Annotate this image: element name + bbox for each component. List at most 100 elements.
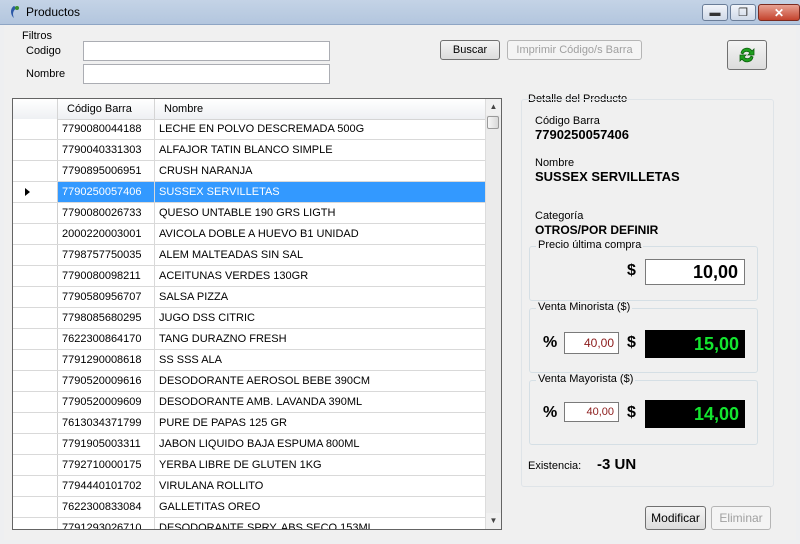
scroll-up-icon[interactable]: ▲ — [486, 99, 501, 115]
cell-nombre[interactable]: LECHE EN POLVO DESCREMADA 500G — [155, 119, 486, 139]
cell-nombre[interactable]: PURE DE PAPAS 125 GR — [155, 413, 486, 433]
table-row[interactable]: 7622300833084 GALLETITAS OREO — [13, 497, 486, 518]
column-header-codigo[interactable]: Código Barra — [58, 99, 155, 119]
cell-nombre[interactable]: TANG DURAZNO FRESH — [155, 329, 486, 349]
table-row[interactable]: 7790520009616 DESODORANTE AEROSOL BEBE 39… — [13, 371, 486, 392]
cell-codigo[interactable]: 7792710000175 — [58, 455, 155, 475]
cell-nombre[interactable]: GALLETITAS OREO — [155, 497, 486, 517]
mayorista-percent-field[interactable]: 40,00 — [564, 402, 619, 422]
refresh-button[interactable] — [727, 40, 767, 70]
cell-nombre[interactable]: DESODORANTE AEROSOL BEBE 390CM — [155, 371, 486, 391]
table-row[interactable]: 7792710000175 YERBA LIBRE DE GLUTEN 1KG — [13, 455, 486, 476]
table-row[interactable]: 7790250057406 SUSSEX SERVILLETAS — [13, 182, 486, 203]
cell-codigo[interactable]: 7790895006951 — [58, 161, 155, 181]
cell-codigo[interactable]: 7790580956707 — [58, 287, 155, 307]
grid-scrollbar[interactable]: ▲ ▼ — [485, 99, 501, 529]
modify-button[interactable]: Modificar — [645, 506, 706, 530]
cell-nombre[interactable]: SUSSEX SERVILLETAS — [155, 182, 486, 202]
cell-nombre[interactable]: YERBA LIBRE DE GLUTEN 1KG — [155, 455, 486, 475]
cell-nombre[interactable]: VIRULANA ROLLITO — [155, 476, 486, 496]
table-row[interactable]: 7790080044188 LECHE EN POLVO DESCREMADA 5… — [13, 119, 486, 140]
search-button[interactable]: Buscar — [440, 40, 500, 60]
cell-nombre[interactable]: AVICOLA DOBLE A HUEVO B1 UNIDAD — [155, 224, 486, 244]
column-header-nombre[interactable]: Nombre — [155, 99, 486, 119]
minorista-price-field[interactable]: 15,00 — [645, 330, 745, 358]
table-row[interactable]: 7798085680295 JUGO DSS CITRIC — [13, 308, 486, 329]
cell-codigo[interactable]: 7791290008618 — [58, 350, 155, 370]
scroll-down-icon[interactable]: ▼ — [486, 513, 501, 529]
cell-codigo[interactable]: 7798757750035 — [58, 245, 155, 265]
table-row[interactable]: 7790895006951 CRUSH NARANJA — [13, 161, 486, 182]
cell-codigo[interactable]: 2000220003001 — [58, 224, 155, 244]
cell-codigo[interactable]: 7790250057406 — [58, 182, 155, 202]
row-selector[interactable] — [13, 224, 58, 244]
table-row[interactable]: 7622300864170 TANG DURAZNO FRESH — [13, 329, 486, 350]
row-selector[interactable] — [13, 476, 58, 496]
table-row[interactable]: 7613034371799 PURE DE PAPAS 125 GR — [13, 413, 486, 434]
precio-compra-field[interactable]: 10,00 — [645, 259, 745, 285]
products-grid[interactable]: Código Barra Nombre 7790080044188 LECHE E… — [12, 98, 502, 530]
cell-codigo[interactable]: 7790520009616 — [58, 371, 155, 391]
table-row[interactable]: 7794440101702 VIRULANA ROLLITO — [13, 476, 486, 497]
cell-codigo[interactable]: 7790040331303 — [58, 140, 155, 160]
minorista-percent-field[interactable]: 40,00 — [564, 332, 619, 354]
row-selector[interactable] — [13, 434, 58, 454]
delete-button[interactable]: Eliminar — [711, 506, 771, 530]
row-selector[interactable] — [13, 119, 58, 139]
table-row[interactable]: 7791905003311 JABON LIQUIDO BAJA ESPUMA 8… — [13, 434, 486, 455]
row-selector[interactable] — [13, 161, 58, 181]
cell-nombre[interactable]: QUESO UNTABLE 190 GRS LIGTH — [155, 203, 486, 223]
cell-codigo[interactable]: 7790520009609 — [58, 392, 155, 412]
row-selector[interactable] — [13, 182, 58, 202]
row-selector[interactable] — [13, 203, 58, 223]
cell-codigo[interactable]: 7790080026733 — [58, 203, 155, 223]
row-selector[interactable] — [13, 518, 58, 529]
minimize-button[interactable]: ▬ — [702, 4, 728, 21]
cell-nombre[interactable]: JUGO DSS CITRIC — [155, 308, 486, 328]
row-selector[interactable] — [13, 455, 58, 475]
cell-codigo[interactable]: 7790080044188 — [58, 119, 155, 139]
row-selector[interactable] — [13, 266, 58, 286]
row-selector[interactable] — [13, 371, 58, 391]
close-button[interactable]: ✕ — [758, 4, 800, 21]
cell-codigo[interactable]: 7791905003311 — [58, 434, 155, 454]
print-barcode-button[interactable]: Imprimir Código/s Barra — [507, 40, 642, 60]
cell-nombre[interactable]: SALSA PIZZA — [155, 287, 486, 307]
mayorista-price-field[interactable]: 14,00 — [645, 400, 745, 428]
row-selector[interactable] — [13, 140, 58, 160]
table-row[interactable]: 2000220003001 AVICOLA DOBLE A HUEVO B1 UN… — [13, 224, 486, 245]
table-row[interactable]: 7790080026733 QUESO UNTABLE 190 GRS LIGTH — [13, 203, 486, 224]
cell-codigo[interactable]: 7794440101702 — [58, 476, 155, 496]
cell-codigo[interactable]: 7791293026710 — [58, 518, 155, 529]
row-selector[interactable] — [13, 245, 58, 265]
cell-nombre[interactable]: DESODORANTE SPRY. ABS SECO 153ML — [155, 518, 486, 529]
table-row[interactable]: 7790080098211 ACEITUNAS VERDES 130GR — [13, 266, 486, 287]
row-selector[interactable] — [13, 350, 58, 370]
row-selector[interactable] — [13, 287, 58, 307]
row-selector[interactable] — [13, 329, 58, 349]
cell-nombre[interactable]: SS SSS ALA — [155, 350, 486, 370]
cell-nombre[interactable]: ALFAJOR TATIN BLANCO SIMPLE — [155, 140, 486, 160]
cell-nombre[interactable]: JABON LIQUIDO BAJA ESPUMA 800ML — [155, 434, 486, 454]
cell-nombre[interactable]: ALEM MALTEADAS SIN SAL — [155, 245, 486, 265]
row-selector[interactable] — [13, 392, 58, 412]
cell-codigo[interactable]: 7622300864170 — [58, 329, 155, 349]
row-selector[interactable] — [13, 413, 58, 433]
cell-nombre[interactable]: CRUSH NARANJA — [155, 161, 486, 181]
nombre-search-input[interactable] — [83, 64, 330, 84]
table-row[interactable]: 7790040331303 ALFAJOR TATIN BLANCO SIMPLE — [13, 140, 486, 161]
row-selector[interactable] — [13, 497, 58, 517]
scroll-thumb[interactable] — [487, 116, 499, 129]
codigo-search-input[interactable] — [83, 41, 330, 61]
cell-nombre[interactable]: DESODORANTE AMB. LAVANDA 390ML — [155, 392, 486, 412]
row-selector[interactable] — [13, 308, 58, 328]
cell-codigo[interactable]: 7613034371799 — [58, 413, 155, 433]
table-row[interactable]: 7790580956707 SALSA PIZZA — [13, 287, 486, 308]
cell-codigo[interactable]: 7790080098211 — [58, 266, 155, 286]
maximize-button[interactable]: ❐ — [730, 4, 756, 21]
table-row[interactable]: 7790520009609 DESODORANTE AMB. LAVANDA 39… — [13, 392, 486, 413]
cell-nombre[interactable]: ACEITUNAS VERDES 130GR — [155, 266, 486, 286]
cell-codigo[interactable]: 7798085680295 — [58, 308, 155, 328]
table-row[interactable]: 7798757750035 ALEM MALTEADAS SIN SAL — [13, 245, 486, 266]
table-row[interactable]: 7791293026710 DESODORANTE SPRY. ABS SECO … — [13, 518, 486, 529]
